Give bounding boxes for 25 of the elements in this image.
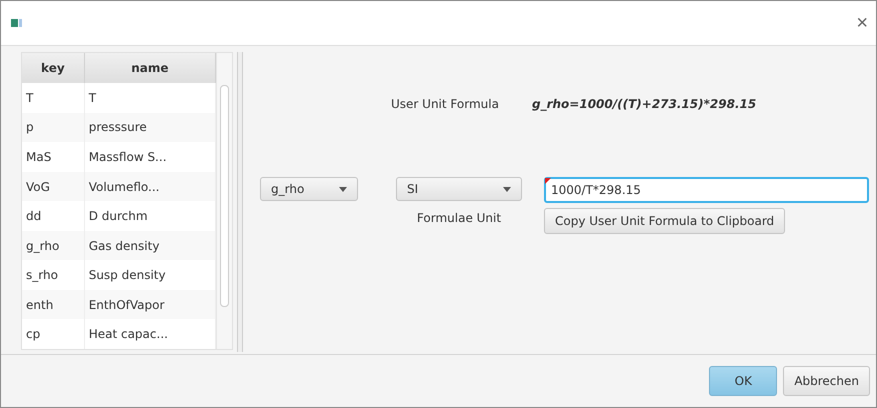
formula-text: g_rho=1000/((T)+273.15)*298.15 — [532, 97, 756, 111]
table-cell: enth — [22, 290, 84, 320]
unit-label: Formulae Unit — [416, 211, 502, 225]
table-cell: p — [22, 112, 84, 142]
caret-icon — [503, 186, 511, 192]
ok-button[interactable]: OK — [709, 366, 778, 396]
copy-button[interactable]: Copy User Unit Formula to Clipboard — [544, 208, 786, 234]
app-icon — [11, 18, 23, 28]
table-cell: cp — [22, 319, 84, 349]
table-cell: Gas density — [84, 230, 216, 260]
table-cell: presssure — [84, 112, 216, 142]
column-header[interactable]: name — [84, 53, 216, 84]
table-cell: g_rho — [22, 230, 84, 260]
table-cell: EnthOfVapor — [84, 290, 216, 320]
formula-input[interactable]: 1000/T*298.15 — [544, 177, 869, 203]
table-cell: VoG — [22, 172, 84, 202]
cancel-button[interactable]: Abbrechen — [783, 366, 870, 396]
column-header[interactable]: key — [22, 53, 84, 84]
table-cell: Volumeflo... — [84, 172, 216, 202]
dropdown[interactable]: SI — [396, 177, 522, 201]
caret-icon — [339, 186, 347, 192]
formula-label: User Unit Formula — [391, 97, 499, 111]
dropdown[interactable]: g_rho — [260, 177, 358, 201]
close-button[interactable]: × — [856, 12, 868, 34]
scrollbar[interactable] — [216, 53, 232, 349]
